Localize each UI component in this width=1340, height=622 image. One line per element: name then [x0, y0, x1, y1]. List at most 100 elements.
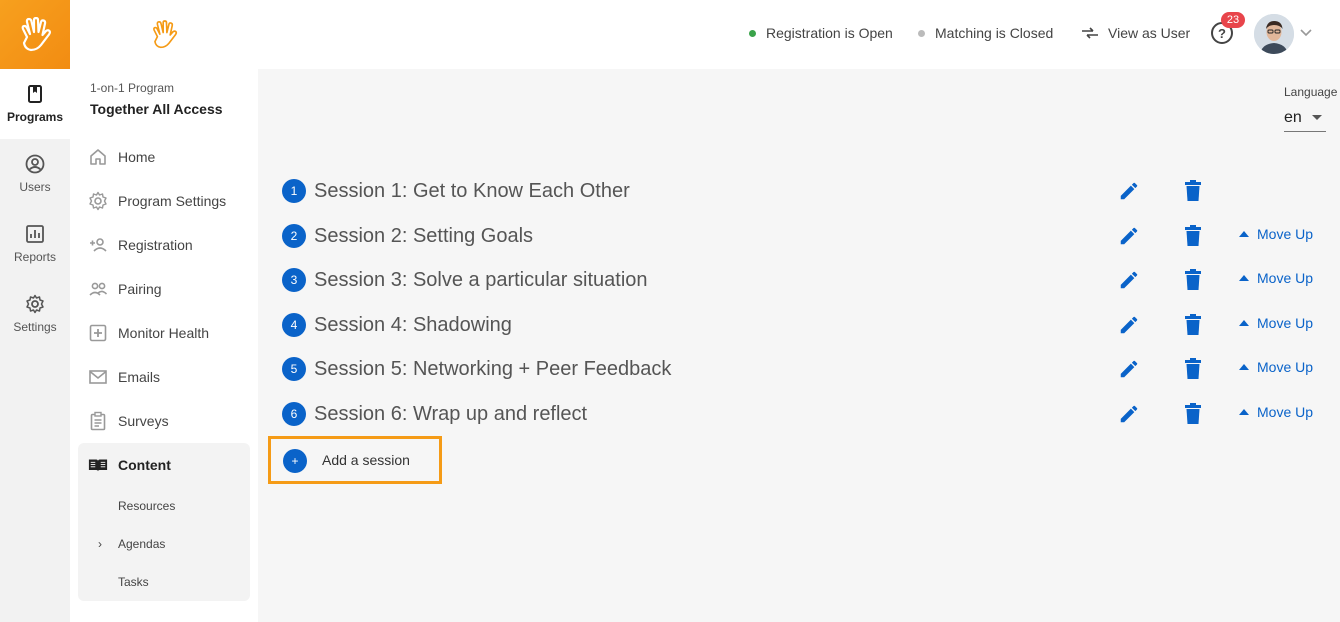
session-row: 3 Session 3: Solve a particular situatio… — [282, 266, 1322, 294]
move-up-label: Move Up — [1257, 270, 1314, 286]
app-logo[interactable] — [0, 0, 70, 69]
nav-item-registration[interactable]: Registration — [78, 223, 250, 267]
view-as-user-button[interactable]: View as User — [1081, 25, 1190, 41]
language-value: en — [1284, 108, 1302, 126]
nav-item-label: Emails — [118, 369, 161, 385]
nav-item-content[interactable]: Content — [78, 443, 250, 487]
rail-item-label: Reports — [13, 250, 57, 264]
open-book-icon — [88, 455, 108, 475]
trash-icon[interactable] — [1184, 314, 1202, 336]
trash-icon[interactable] — [1184, 269, 1202, 291]
chevron-right-icon: › — [98, 537, 102, 551]
nav-item-pairing[interactable]: Pairing — [78, 267, 250, 311]
plus-square-icon — [88, 323, 108, 343]
trash-icon[interactable] — [1184, 358, 1202, 380]
nav-subitem-tasks[interactable]: Tasks — [78, 563, 250, 601]
home-icon — [88, 147, 108, 167]
edit-pencil-icon[interactable] — [1118, 269, 1140, 291]
nav-item-program-settings[interactable]: Program Settings — [78, 179, 250, 223]
bar-chart-icon — [26, 225, 44, 243]
caret-up-icon — [1239, 409, 1249, 415]
move-up-button[interactable]: Move Up — [1239, 315, 1313, 331]
nav-item-emails[interactable]: Emails — [78, 355, 250, 399]
session-number: 4 — [282, 313, 306, 337]
session-number: 1 — [282, 179, 306, 203]
nav-subitem-resources[interactable]: Resources — [78, 487, 250, 525]
nav-item-home[interactable]: Home — [78, 135, 250, 179]
move-up-button[interactable]: Move Up — [1239, 404, 1313, 420]
add-session-label: Add a session — [322, 452, 410, 468]
app-rail: Programs Users Reports Settings — [0, 0, 70, 622]
move-up-label: Move Up — [1257, 315, 1314, 331]
swap-arrows-icon — [1082, 27, 1098, 39]
user-avatar-icon — [1254, 14, 1294, 54]
chevron-down-icon[interactable] — [1300, 24, 1312, 40]
trash-icon[interactable] — [1184, 180, 1202, 202]
trash-icon[interactable] — [1184, 403, 1202, 425]
session-row: 2 Session 2: Setting Goals Move Up — [282, 222, 1322, 250]
nav-item-label: Program Settings — [118, 193, 227, 209]
user-circle-icon — [25, 154, 45, 174]
trash-icon[interactable] — [1184, 225, 1202, 247]
gear-icon — [88, 191, 108, 211]
add-user-icon — [88, 235, 108, 255]
language-label: Language — [1284, 85, 1338, 99]
edit-pencil-icon[interactable] — [1118, 225, 1140, 247]
plus-icon: + — [283, 449, 307, 473]
rail-item-settings[interactable]: Settings — [0, 279, 70, 349]
nav-subitem-agendas[interactable]: › Agendas — [78, 525, 250, 563]
session-title: Session 4: Shadowing — [314, 314, 512, 336]
registration-status-text: Registration is Open — [766, 25, 893, 41]
caret-up-icon — [1239, 320, 1249, 326]
move-up-button[interactable]: Move Up — [1239, 226, 1313, 242]
session-title: Session 6: Wrap up and reflect — [314, 403, 588, 425]
wave-hand-logo-icon — [21, 16, 51, 51]
rail-item-label: Users — [19, 180, 51, 194]
program-sidebar: 1-on-1 Program Together All Access Home … — [70, 0, 258, 622]
session-title: Session 2: Setting Goals — [314, 225, 534, 247]
rail-item-label: Programs — [6, 110, 64, 124]
caret-up-icon — [1239, 364, 1249, 370]
avatar[interactable] — [1254, 14, 1294, 54]
nav-subitem-label: Tasks — [118, 575, 149, 589]
session-number: 2 — [282, 224, 306, 248]
nav-item-label: Home — [118, 149, 156, 165]
nav-item-label: Monitor Health — [118, 325, 210, 341]
caret-up-icon — [1239, 275, 1249, 281]
session-title: Session 5: Networking + Peer Feedback — [314, 358, 672, 380]
nav-item-label: Pairing — [118, 281, 162, 297]
edit-pencil-icon[interactable] — [1118, 358, 1140, 380]
program-nav: Home Program Settings Registration Pairi… — [78, 135, 250, 601]
rail-item-programs[interactable]: Programs — [0, 69, 70, 139]
notification-badge: 23 — [1221, 12, 1245, 28]
edit-pencil-icon[interactable] — [1118, 180, 1140, 202]
session-row: 6 Session 6: Wrap up and reflect Move Up — [282, 400, 1322, 428]
caret-up-icon — [1239, 231, 1249, 237]
nav-subitem-label: Resources — [118, 499, 176, 513]
move-up-button[interactable]: Move Up — [1239, 270, 1313, 286]
book-icon — [28, 85, 42, 103]
view-as-user-label: View as User — [1108, 25, 1191, 41]
mail-icon — [88, 367, 108, 387]
status-open-dot-icon — [749, 29, 756, 37]
nav-item-surveys[interactable]: Surveys — [78, 399, 250, 443]
wave-hand-outline-icon — [153, 19, 178, 48]
nav-item-label: Registration — [118, 237, 193, 253]
nav-item-label: Surveys — [118, 413, 169, 429]
nav-group-content: Content Resources › Agendas Tasks — [78, 443, 250, 601]
add-session-button[interactable]: + Add a session — [268, 436, 442, 484]
rail-item-users[interactable]: Users — [0, 139, 70, 209]
rail-item-reports[interactable]: Reports — [0, 209, 70, 279]
matching-status: Matching is Closed — [918, 25, 1053, 41]
language-select[interactable]: en — [1284, 104, 1326, 132]
edit-pencil-icon[interactable] — [1118, 403, 1140, 425]
session-number: 3 — [282, 268, 306, 292]
session-row: 4 Session 4: Shadowing Move Up — [282, 311, 1322, 339]
clipboard-icon — [88, 411, 108, 431]
nav-item-monitor-health[interactable]: Monitor Health — [78, 311, 250, 355]
matching-status-text: Matching is Closed — [935, 25, 1054, 41]
edit-pencil-icon[interactable] — [1118, 314, 1140, 336]
move-up-button[interactable]: Move Up — [1239, 359, 1313, 375]
session-row: 5 Session 5: Networking + Peer Feedback … — [282, 355, 1322, 383]
move-up-label: Move Up — [1257, 359, 1314, 375]
